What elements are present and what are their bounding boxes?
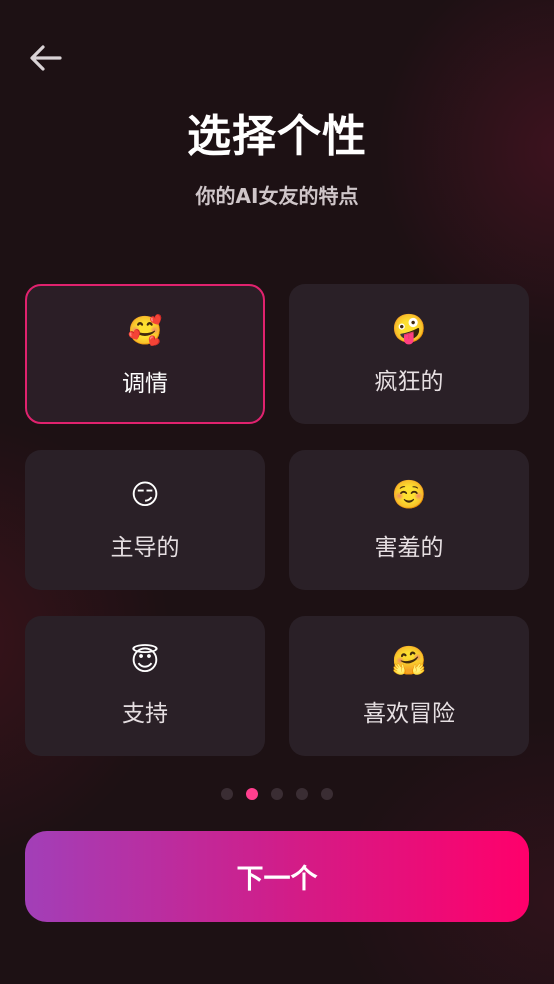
personality-card-shy[interactable]: ☺️ 害羞的	[289, 450, 529, 590]
back-button[interactable]	[26, 40, 66, 76]
personality-card-crazy[interactable]: 🤪 疯狂的	[289, 284, 529, 424]
pagination-dot	[296, 788, 308, 800]
personality-card-flirty[interactable]: 🥰 调情	[25, 284, 265, 424]
personality-card-adventurous[interactable]: 🤗 喜欢冒险	[289, 616, 529, 756]
personality-label: 喜欢冒险	[363, 701, 455, 727]
pagination-dot	[271, 788, 283, 800]
pagination-dot	[221, 788, 233, 800]
page-subtitle: 你的AI女友的特点	[195, 184, 359, 208]
personality-label: 主导的	[110, 535, 180, 561]
personality-label: 疯狂的	[374, 369, 444, 395]
page-title: 选择个性	[187, 111, 367, 162]
hugging-face-icon: 🤗	[391, 644, 427, 677]
smiling-face-icon: ☺️	[391, 478, 427, 511]
personality-label: 调情	[122, 371, 168, 397]
personality-label: 害羞的	[374, 535, 444, 561]
pagination-dots	[0, 788, 554, 802]
next-button[interactable]: 下一个	[25, 831, 529, 922]
arrow-left-icon	[30, 45, 62, 71]
smirking-face-icon: 😏	[130, 478, 160, 511]
personality-label: 支持	[122, 701, 168, 727]
zany-face-icon: 🤪	[391, 312, 427, 345]
personality-card-dominant[interactable]: 😏 主导的	[25, 450, 265, 590]
pagination-dot-active	[246, 788, 258, 800]
smiling-face-with-halo-icon: 😇	[130, 644, 160, 677]
personality-card-supportive[interactable]: 😇 支持	[25, 616, 265, 756]
pagination-dot	[321, 788, 333, 800]
smiling-face-with-hearts-icon: 🥰	[127, 314, 163, 347]
